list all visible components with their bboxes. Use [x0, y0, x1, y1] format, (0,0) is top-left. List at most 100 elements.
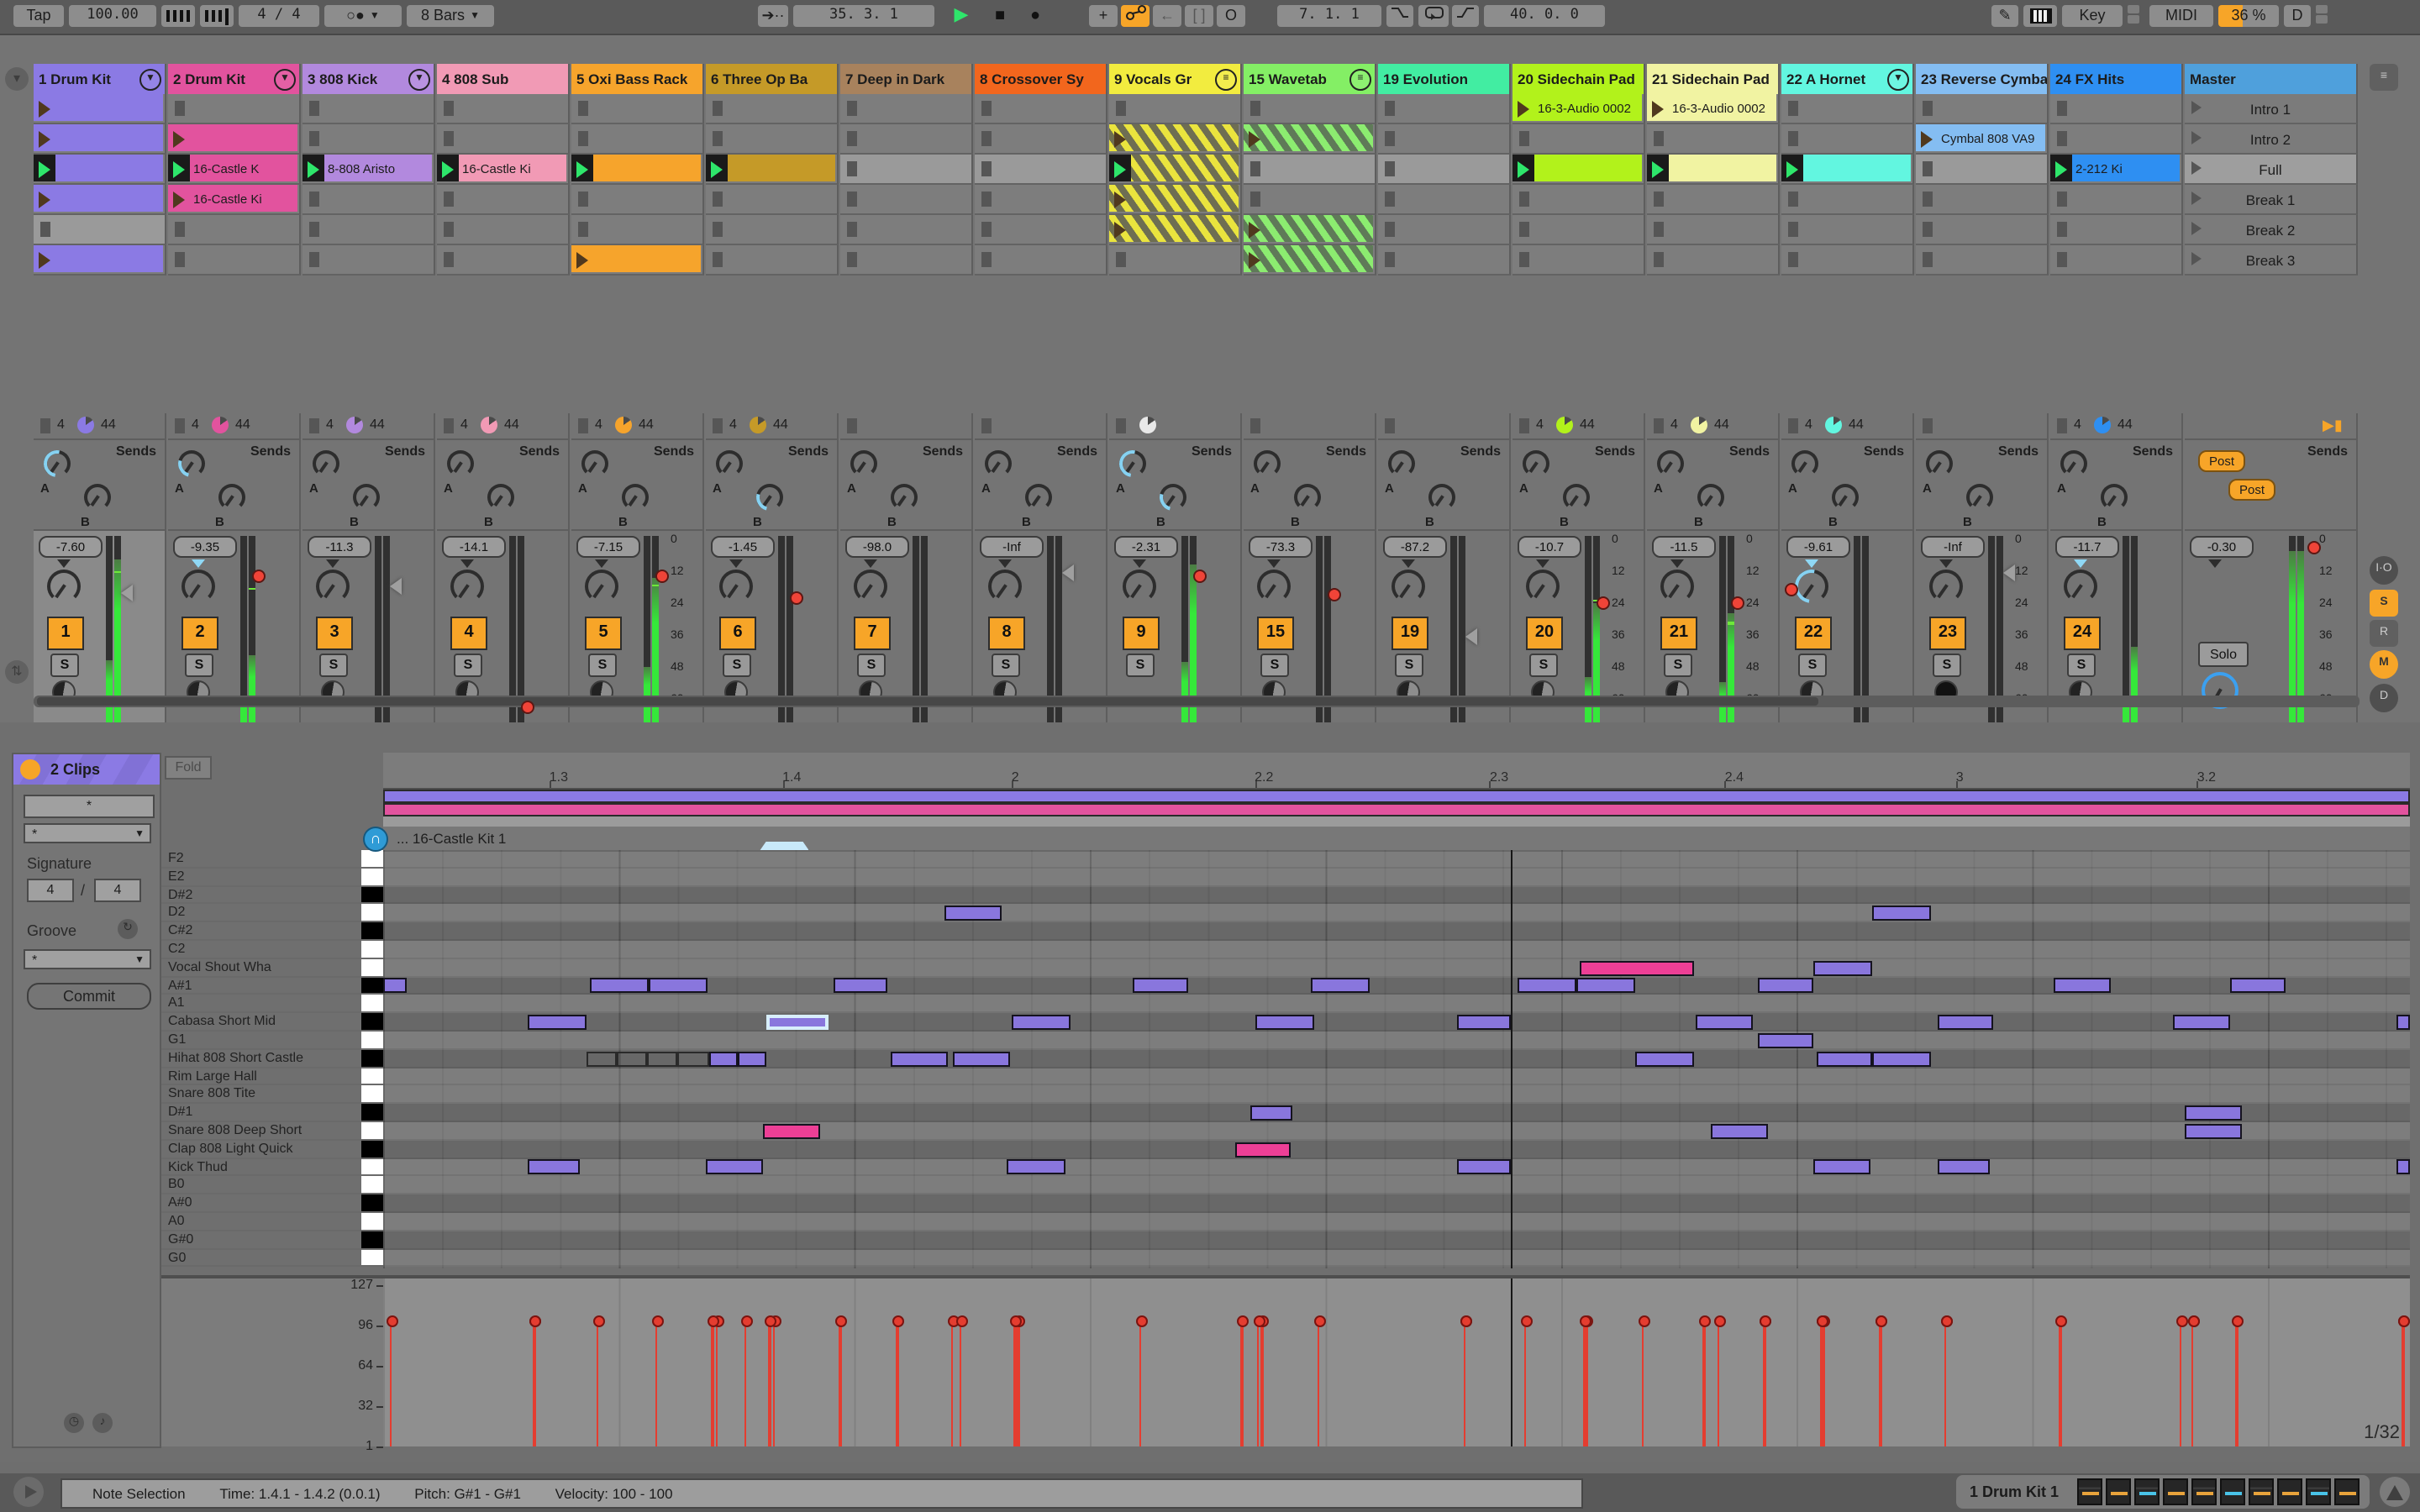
post-toggle-button[interactable]: Post — [2198, 450, 2245, 472]
stop-square-icon[interactable] — [1385, 252, 1395, 267]
clip-name-label[interactable]: 16-3-Audio 0002 — [1538, 94, 1640, 123]
send-a-label[interactable]: A — [1250, 480, 1260, 496]
device-thumbnail[interactable] — [2277, 1478, 2302, 1505]
piano-key[interactable] — [361, 1085, 383, 1103]
track-activator-button[interactable]: 6 — [719, 617, 756, 650]
velocity-stem[interactable] — [2175, 1315, 2188, 1446]
clip-slot[interactable] — [168, 124, 301, 155]
peak-dot[interactable] — [1785, 583, 1798, 596]
drum-lane-name[interactable]: Vocal Shout Wha — [161, 958, 383, 978]
send-b-label[interactable]: B — [1828, 514, 1838, 529]
quantize-pie-icon[interactable] — [346, 417, 363, 433]
knob-needle[interactable] — [991, 461, 1001, 473]
track-stop-row[interactable]: 4 44 — [2050, 413, 2183, 438]
track-sends[interactable]: Sends A B — [840, 438, 973, 529]
knob-needle[interactable] — [1797, 461, 1807, 473]
clip-slot[interactable] — [168, 245, 301, 276]
pan-marker[interactable] — [1402, 559, 1415, 568]
clip-slot[interactable] — [1244, 245, 1376, 276]
volume-value[interactable]: -7.15 — [576, 536, 640, 558]
stop-all-icon[interactable] — [1923, 418, 1933, 433]
pan-marker[interactable] — [192, 559, 205, 568]
track-stop-row[interactable]: 4 44 — [302, 413, 435, 438]
solo-button[interactable]: S — [1529, 654, 1558, 677]
send-b-label[interactable]: B — [2097, 514, 2107, 529]
quantize-pie-icon[interactable] — [2094, 417, 2111, 433]
track-header[interactable]: 21 Sidechain Pad — [1647, 64, 1780, 94]
track-sends[interactable]: Sends A B — [437, 438, 570, 529]
grid-row[interactable] — [383, 886, 2410, 905]
midi-note[interactable] — [527, 1159, 580, 1175]
grid-row[interactable] — [383, 1140, 2410, 1159]
delay-section-toggle[interactable]: D — [2370, 684, 2398, 712]
midi-note[interactable] — [1757, 1032, 1814, 1048]
meter-fill[interactable] — [1593, 602, 1600, 727]
clip-name-label[interactable]: Cymbal 808 VA9 — [1941, 124, 2044, 153]
clip-slot[interactable] — [1916, 155, 2049, 185]
drum-lane-name[interactable]: Clap 808 Light Quick — [161, 1140, 383, 1159]
clip-slot[interactable] — [34, 215, 166, 245]
sends-label[interactable]: Sends — [1595, 444, 1635, 459]
clip-count[interactable]: 4 — [326, 417, 334, 432]
peak-line[interactable] — [1728, 622, 1734, 625]
send-b-knob[interactable] — [1428, 484, 1455, 511]
track-activator-button[interactable]: 4 — [450, 617, 487, 650]
clip[interactable]: 16-Castle Ki — [437, 155, 566, 181]
velocity-stem[interactable] — [769, 1315, 781, 1446]
midi-note[interactable] — [1255, 1015, 1314, 1030]
meter-arrow-icon[interactable] — [121, 585, 133, 601]
velocity-stem[interactable] — [1876, 1315, 1888, 1446]
track-activator-button[interactable]: 1 — [47, 617, 84, 650]
lane-label[interactable]: A#0 — [168, 1194, 192, 1211]
stop-square-icon[interactable] — [1923, 192, 1933, 207]
clip-name-field[interactable]: * — [24, 795, 155, 818]
volume-value[interactable]: -11.3 — [308, 536, 371, 558]
knob-needle[interactable] — [1260, 461, 1270, 473]
clip-play-icon[interactable] — [1921, 131, 1933, 148]
stop-all-icon[interactable] — [578, 418, 588, 433]
send-a-knob[interactable] — [447, 450, 474, 477]
stop-all-icon[interactable] — [444, 418, 454, 433]
grid-row[interactable] — [383, 1032, 2410, 1050]
clip[interactable] — [706, 155, 835, 181]
solo-button[interactable]: S — [1798, 654, 1827, 677]
piano-key[interactable] — [361, 995, 383, 1012]
solo-button[interactable]: S — [454, 654, 482, 677]
stop-square-icon[interactable] — [578, 101, 588, 116]
send-b-label[interactable]: B — [1022, 514, 1031, 529]
track-activator-button[interactable]: 7 — [854, 617, 891, 650]
midi-note[interactable] — [616, 1051, 647, 1067]
tap-tempo-button[interactable]: Tap — [13, 5, 64, 27]
lane-label[interactable]: C2 — [168, 941, 185, 958]
clip-slot[interactable] — [571, 215, 704, 245]
stop-square-icon[interactable] — [444, 101, 454, 116]
meter-arrow-icon[interactable] — [1465, 628, 1477, 645]
clip-play-icon[interactable] — [39, 252, 50, 269]
clip[interactable] — [1109, 155, 1239, 181]
volume-value[interactable]: -11.5 — [1652, 536, 1716, 558]
stop-square-icon[interactable] — [981, 131, 992, 146]
device-thumbnail[interactable] — [2191, 1478, 2217, 1505]
midi-note[interactable] — [1457, 1159, 1511, 1175]
knob-needle[interactable] — [587, 461, 597, 473]
midi-note[interactable] — [762, 1123, 821, 1139]
grid-row[interactable] — [383, 1013, 2410, 1032]
meter-fill[interactable] — [106, 659, 113, 727]
send-a-label[interactable]: A — [175, 480, 184, 496]
solo-button[interactable]: S — [50, 654, 79, 677]
clip-slot[interactable] — [1647, 185, 1780, 215]
track-header[interactable]: 7 Deep in Dark — [840, 64, 973, 94]
send-b-knob[interactable] — [622, 484, 649, 511]
signature-numerator-field[interactable]: 4 — [27, 879, 74, 902]
track-dropdown-icon[interactable]: ▼ — [139, 69, 161, 91]
clip-slot[interactable] — [2050, 215, 2183, 245]
knob-needle[interactable] — [727, 584, 739, 599]
drum-lane-name[interactable]: A#0 — [161, 1194, 383, 1213]
midi-note[interactable] — [2229, 978, 2286, 994]
solo-button[interactable]: S — [588, 654, 617, 677]
track-activator-button[interactable]: 22 — [1795, 617, 1832, 650]
peak-dot[interactable] — [655, 570, 669, 583]
pan-marker[interactable] — [864, 559, 877, 568]
drum-lane-name[interactable]: Snare 808 Deep Short — [161, 1122, 383, 1141]
clip-slot[interactable] — [437, 185, 570, 215]
